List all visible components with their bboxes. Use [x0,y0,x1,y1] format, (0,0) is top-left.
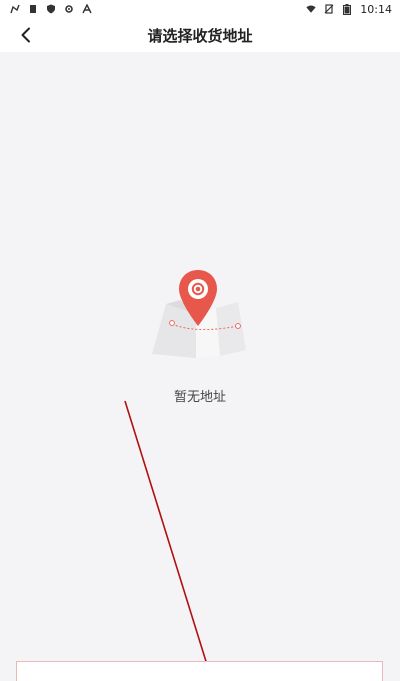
bottom-action-bar[interactable] [16,661,383,681]
status-bar-right: 10:14 [306,3,392,16]
font-icon [82,4,92,14]
clock: 10:14 [360,2,392,16]
empty-state-message: 暂无地址 [173,390,226,405]
clipboard-icon [28,4,38,14]
page-title: 请选择收货地址 [147,26,253,45]
status-bar-left [10,4,92,14]
battery-icon [342,3,352,15]
gear-icon [64,4,74,14]
wifi-icon [306,4,316,14]
map-pin-icon [152,270,246,358]
flag-icon [10,4,20,14]
page-header: 请选择收货地址 [0,18,400,52]
chevron-left-icon [21,27,30,43]
status-bar: 10:14 [0,0,400,18]
back-button[interactable] [14,23,38,47]
shield-icon [46,4,56,14]
no-sim-icon [324,4,334,14]
